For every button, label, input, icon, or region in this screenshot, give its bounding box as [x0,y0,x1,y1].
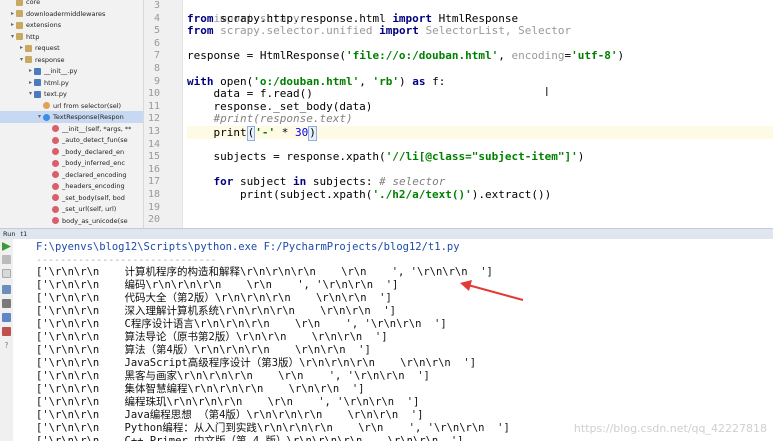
watermark: https://blog.csdn.net/qq_42227818 [573,422,767,435]
annotation-arrow-icon [460,280,524,301]
